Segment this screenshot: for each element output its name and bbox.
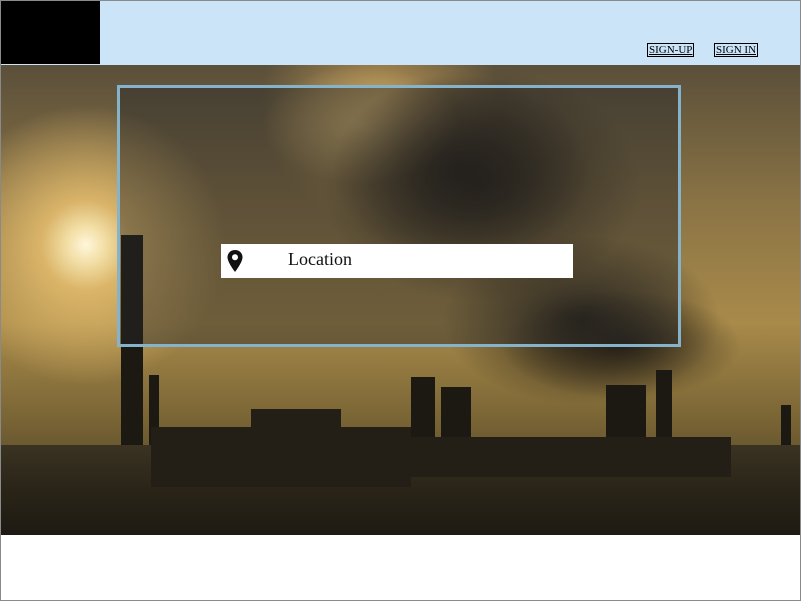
map-pin-icon <box>227 250 243 272</box>
header: SIGN-UP SIGN IN <box>1 1 800 65</box>
logo[interactable] <box>1 1 100 64</box>
location-field[interactable]: Location <box>221 244 573 278</box>
factory-building <box>401 437 731 477</box>
page-frame: SIGN-UP SIGN IN Location <box>0 0 801 601</box>
sign-up-link[interactable]: SIGN-UP <box>647 43 695 57</box>
sign-in-link[interactable]: SIGN IN <box>714 43 759 57</box>
search-overlay <box>117 85 681 347</box>
location-value: Location <box>288 249 352 269</box>
factory-building <box>251 409 341 439</box>
